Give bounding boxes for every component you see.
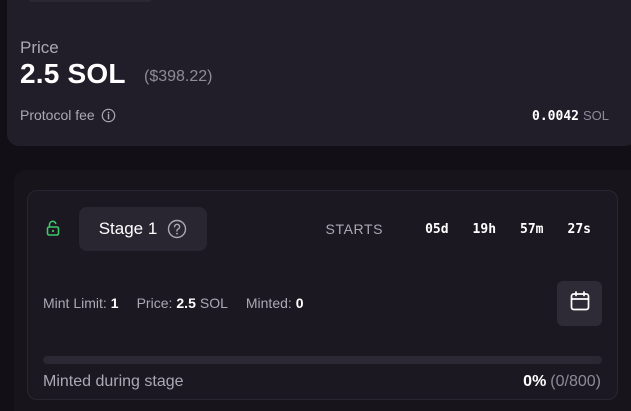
price-value: 2.5 SOL xyxy=(20,58,126,89)
stage-meta: Mint Limit: 1 Price: 2.5 SOL Minted: 0 xyxy=(43,295,304,311)
minted-label: Minted: xyxy=(245,295,292,311)
stage-price-value: 2.5 xyxy=(176,295,196,311)
protocol-fee-row: Protocol fee xyxy=(20,107,116,123)
mint-limit-value: 1 xyxy=(110,295,119,311)
add-to-calendar-button[interactable] xyxy=(557,281,602,326)
unlocked-lock-icon xyxy=(44,219,62,242)
minted-during-stage-label: Minted during stage xyxy=(43,373,184,390)
stage-selector[interactable]: Stage 1 xyxy=(79,207,207,251)
info-circle-icon[interactable] xyxy=(101,108,116,123)
mint-panel: Price 2.5 SOL ($398.22) Protocol fee 0.0… xyxy=(0,0,631,411)
question-circle-icon[interactable] xyxy=(167,219,187,239)
minted-progress-bar xyxy=(43,356,602,364)
card-top-tab xyxy=(29,0,151,2)
stage-name: Stage 1 xyxy=(98,219,158,238)
stage-price-unit: SOL xyxy=(199,295,228,311)
countdown-hours: 19h xyxy=(472,221,497,237)
protocol-fee-value: 0.0042 SOL xyxy=(532,108,609,124)
countdown-days: 05d xyxy=(425,221,449,237)
stage-countdown: STARTS 05d 19h 57m 27s xyxy=(326,221,591,237)
countdown-seconds: 27s xyxy=(567,221,591,237)
protocol-fee-amount: 0.0042 xyxy=(532,109,579,124)
countdown-minutes: 57m xyxy=(520,221,544,237)
calendar-icon xyxy=(568,289,592,318)
starts-label: STARTS xyxy=(325,221,384,237)
minted-percent: 0% xyxy=(523,373,547,390)
price-usd: ($398.22) xyxy=(144,68,213,85)
price-label: Price xyxy=(20,38,59,57)
minted-during-stage-value: 0% (0/800) xyxy=(523,373,601,391)
stage-price-label: Price: xyxy=(136,295,173,311)
protocol-fee-unit: SOL xyxy=(582,108,609,123)
minted-count: (0/800) xyxy=(550,373,601,390)
minted-value: 0 xyxy=(295,295,304,311)
mint-limit-label: Mint Limit: xyxy=(43,295,107,311)
protocol-fee-label: Protocol fee xyxy=(20,107,95,123)
